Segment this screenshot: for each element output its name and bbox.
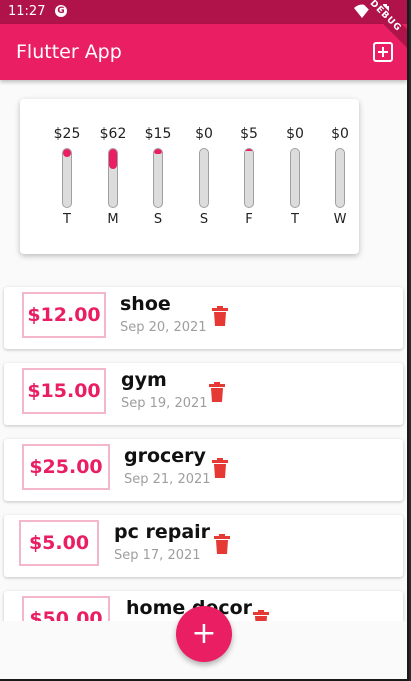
- transaction-card[interactable]: $25.00 grocery Sep 21, 2021: [4, 439, 403, 501]
- delete-icon[interactable]: [214, 534, 230, 554]
- chart-day-label: S: [153, 212, 163, 227]
- status-bar: 11:27 G: [0, 0, 407, 24]
- transaction-card[interactable]: $15.00 gym Sep 19, 2021: [4, 363, 403, 425]
- chart-bar-group: $25 T: [47, 99, 87, 254]
- chart-bar-track: [62, 148, 72, 208]
- transaction-title: pc repair: [114, 521, 211, 543]
- chart-bar-amount: $0: [195, 126, 213, 142]
- chart-bar-amount: $5: [240, 126, 258, 142]
- chart-bar-group: $0 S: [184, 99, 224, 254]
- chart-bar-track: [199, 148, 209, 208]
- transaction-date: Sep 21, 2021: [124, 472, 211, 487]
- chart-day-label: F: [245, 212, 253, 227]
- app-bar: Flutter App: [0, 24, 407, 80]
- chart-bar-group: $0 T: [275, 99, 315, 254]
- chart-bar-track: [244, 148, 254, 208]
- chart-bar-track: [108, 148, 118, 208]
- app-title: Flutter App: [16, 41, 122, 63]
- chart-bar-group: $62 M: [93, 99, 133, 254]
- transaction-title: gym: [121, 369, 167, 391]
- chart-bar-amount: $0: [286, 126, 304, 142]
- chart-bar-track: [290, 148, 300, 208]
- status-time: 11:27: [8, 4, 46, 19]
- transaction-card[interactable]: $12.00 shoe Sep 20, 2021: [4, 287, 403, 349]
- chart-bar-fill: [154, 149, 162, 154]
- transaction-amount: $5.00: [19, 520, 99, 566]
- transaction-amount: $25.00: [22, 444, 110, 490]
- chart-bar-group: $0 W: [320, 99, 360, 254]
- transaction-date: Sep 19, 2021: [121, 396, 208, 411]
- chart-day-label: T: [291, 212, 299, 227]
- chart-bar-amount: $0: [331, 126, 349, 142]
- transaction-date: Sep 17, 2021: [114, 548, 201, 563]
- delete-icon[interactable]: [209, 382, 225, 402]
- transaction-amount: $50.00: [22, 596, 110, 621]
- transaction-title: grocery: [124, 445, 206, 467]
- chart-bar-track: [335, 148, 345, 208]
- chart-bar-amount: $25: [53, 126, 81, 142]
- chart-bar-fill: [109, 149, 117, 170]
- delete-icon[interactable]: [212, 458, 228, 478]
- chart-bar-fill: [63, 149, 71, 158]
- add-box-icon[interactable]: [369, 38, 397, 66]
- chart-bar-track: [153, 148, 163, 208]
- chart-day-label: W: [333, 212, 347, 227]
- chart-bar-amount: $15: [144, 126, 172, 142]
- chart-day-label: T: [63, 212, 71, 227]
- chart-day-label: M: [107, 212, 119, 227]
- weekly-chart-card: $25 T $62 M $15 S $0 S $5 F $0 T $0 W: [20, 99, 359, 254]
- transaction-list[interactable]: $12.00 shoe Sep 20, 2021 $15.00 gym Sep 19, 2…: [0, 283, 407, 621]
- chart-bar-fill: [245, 149, 253, 151]
- transaction-amount: $15.00: [22, 368, 106, 414]
- chart-bar-group: $5 F: [229, 99, 269, 254]
- transaction-card[interactable]: $5.00 pc repair Sep 17, 2021: [4, 515, 403, 577]
- delete-icon[interactable]: [212, 306, 228, 326]
- chart-day-label: S: [199, 212, 209, 227]
- chart-bar-amount: $62: [99, 126, 127, 142]
- transaction-date: Sep 20, 2021: [120, 320, 207, 335]
- g-app-icon: G: [55, 5, 67, 17]
- delete-icon[interactable]: [253, 610, 269, 621]
- app-screen: 11:27 G Flutter App DEBUG $25 T $62 M $15 S $0…: [0, 0, 409, 681]
- chart-bar-group: $15 S: [138, 99, 178, 254]
- transaction-title: shoe: [120, 293, 171, 315]
- add-transaction-fab[interactable]: +: [176, 606, 232, 662]
- transaction-amount: $12.00: [22, 292, 106, 338]
